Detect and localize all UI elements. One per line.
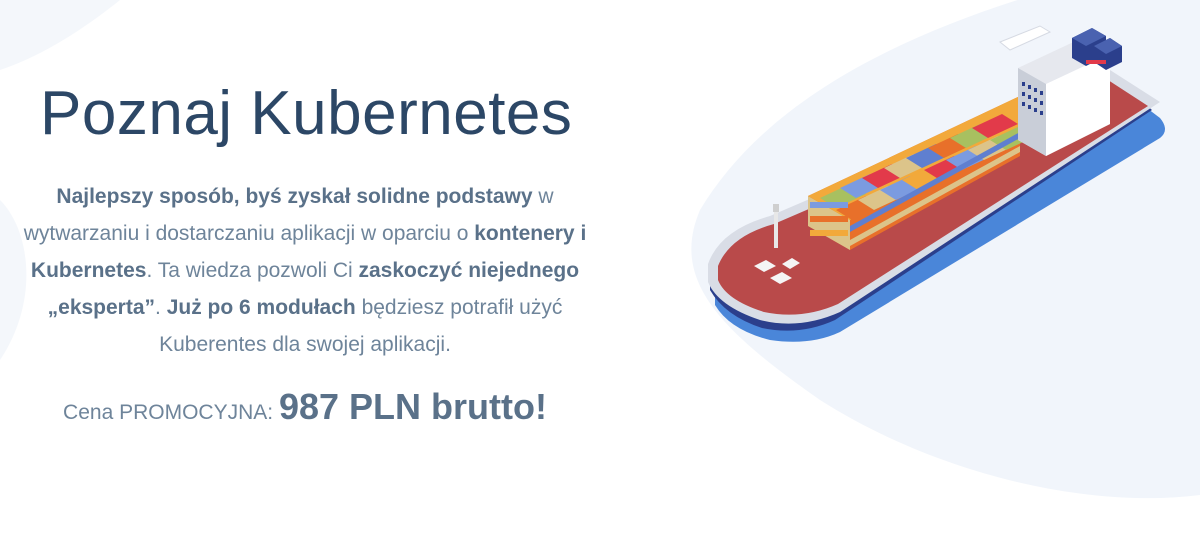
container-ship-icon [708, 25, 1165, 342]
highlight-text: Najlepszy sposób, byś zyskał solidne pod… [56, 185, 533, 208]
price-line: Cena PROMOCYJNA: 987 PLN brutto! [0, 382, 610, 438]
description-text: . Ta wiedza pozwoli Ci [146, 259, 359, 282]
price-amount: 987 PLN brutto! [278, 386, 547, 427]
highlight-text: Już po 6 modułach [166, 296, 356, 319]
description-text: . [155, 296, 167, 319]
course-description: Najlepszy sposób, byś zyskał solidne pod… [0, 178, 610, 363]
page-title: Poznaj Kubernetes [40, 79, 573, 148]
price-label: Cena PROMOCYJNA: [63, 401, 279, 424]
